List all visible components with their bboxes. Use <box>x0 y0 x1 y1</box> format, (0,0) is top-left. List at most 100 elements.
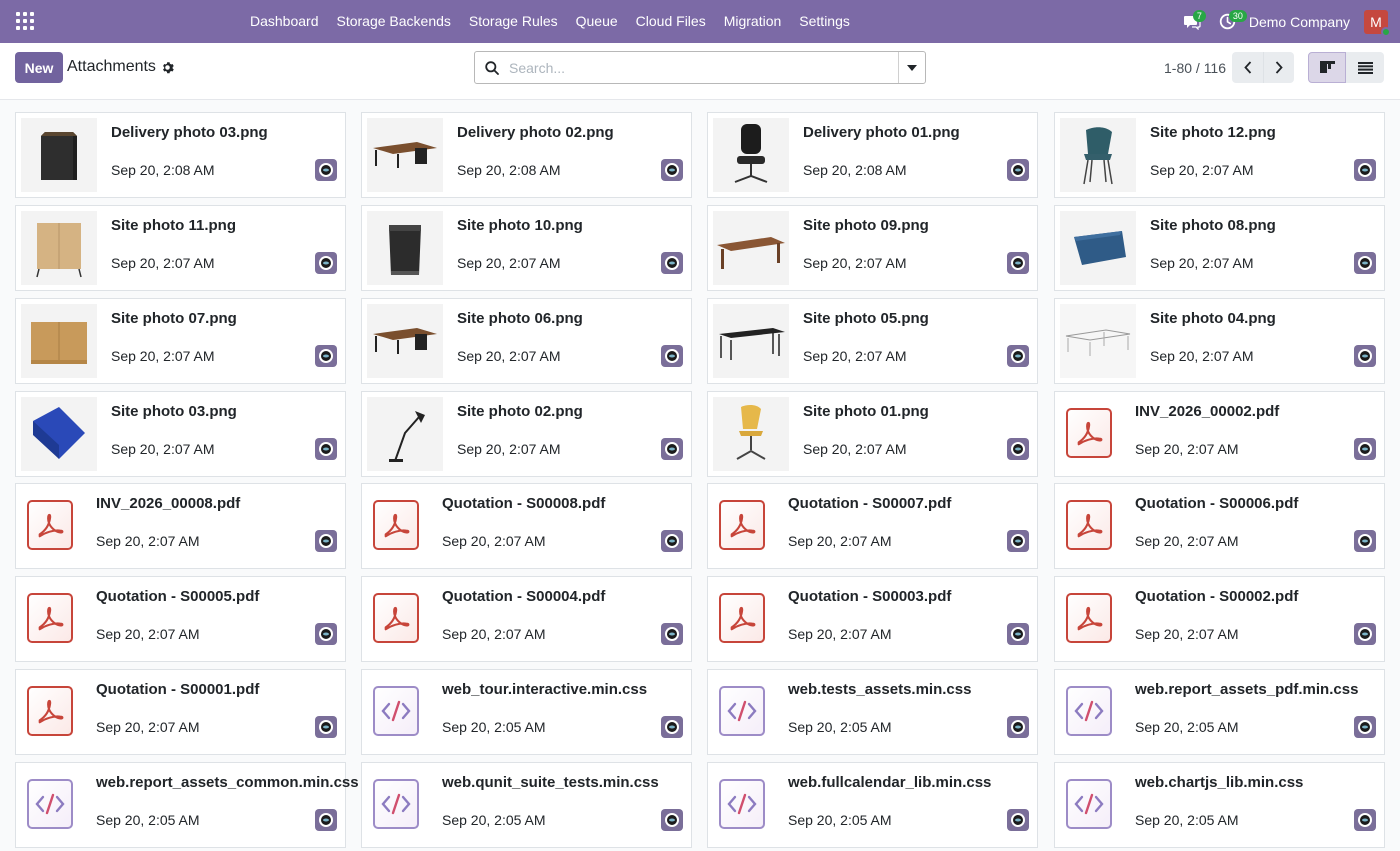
attachment-card[interactable]: web.chartjs_lib.min.css Sep 20, 2:05 AM <box>1054 762 1385 848</box>
menu-settings[interactable]: Settings <box>790 0 859 43</box>
attachment-card[interactable]: Site photo 06.png Sep 20, 2:07 AM <box>361 298 692 384</box>
storage-backend-badge[interactable] <box>1007 252 1029 274</box>
attachment-card[interactable]: Quotation - S00001.pdf Sep 20, 2:07 AM <box>15 669 346 755</box>
storage-backend-badge[interactable] <box>315 716 337 738</box>
cloud-storage-icon <box>1358 627 1372 641</box>
pdf-icon <box>38 606 64 631</box>
search-options-toggle[interactable] <box>898 52 925 83</box>
attachment-name: Site photo 01.png <box>803 403 929 420</box>
storage-backend-badge[interactable] <box>661 623 683 645</box>
attachment-card[interactable]: INV_2026_00008.pdf Sep 20, 2:07 AM <box>15 483 346 569</box>
storage-backend-badge[interactable] <box>1007 530 1029 552</box>
attachment-card[interactable]: Site photo 02.png Sep 20, 2:07 AM <box>361 391 692 477</box>
attachment-card[interactable]: Site photo 04.png Sep 20, 2:07 AM <box>1054 298 1385 384</box>
attachment-card[interactable]: Site photo 08.png Sep 20, 2:07 AM <box>1054 205 1385 291</box>
storage-backend-badge[interactable] <box>661 345 683 367</box>
attachment-card[interactable]: Delivery photo 02.png Sep 20, 2:08 AM <box>361 112 692 198</box>
storage-backend-badge[interactable] <box>315 345 337 367</box>
attachment-card[interactable]: Quotation - S00002.pdf Sep 20, 2:07 AM <box>1054 576 1385 662</box>
gear-icon[interactable] <box>161 61 174 74</box>
pager-previous-button[interactable] <box>1232 52 1263 83</box>
attachment-card[interactable]: Quotation - S00005.pdf Sep 20, 2:07 AM <box>15 576 346 662</box>
menu-migration[interactable]: Migration <box>715 0 791 43</box>
attachment-card[interactable]: INV_2026_00002.pdf Sep 20, 2:07 AM <box>1054 391 1385 477</box>
cloud-storage-icon <box>1011 813 1025 827</box>
activities-button[interactable]: 30 <box>1213 0 1247 43</box>
attachment-card[interactable]: Delivery photo 03.png Sep 20, 2:08 AM <box>15 112 346 198</box>
attachment-card[interactable]: Site photo 12.png Sep 20, 2:07 AM <box>1054 112 1385 198</box>
storage-backend-badge[interactable] <box>661 716 683 738</box>
storage-backend-badge[interactable] <box>1354 623 1376 645</box>
storage-backend-badge[interactable] <box>315 252 337 274</box>
storage-backend-badge[interactable] <box>1354 159 1376 181</box>
attachment-card[interactable]: web.tests_assets.min.css Sep 20, 2:05 AM <box>707 669 1038 755</box>
storage-backend-badge[interactable] <box>1007 809 1029 831</box>
storage-backend-badge[interactable] <box>315 159 337 181</box>
storage-backend-badge[interactable] <box>661 530 683 552</box>
attachment-card[interactable]: web.report_assets_pdf.min.css Sep 20, 2:0… <box>1054 669 1385 755</box>
storage-backend-badge[interactable] <box>315 530 337 552</box>
list-view-button[interactable] <box>1346 52 1384 83</box>
storage-backend-badge[interactable] <box>315 623 337 645</box>
attachment-thumbnail <box>367 118 443 192</box>
pager-value[interactable]: 1-80 / 116 <box>1164 60 1226 76</box>
storage-backend-badge[interactable] <box>1354 530 1376 552</box>
storage-backend-badge[interactable] <box>315 809 337 831</box>
attachment-card[interactable]: Site photo 07.png Sep 20, 2:07 AM <box>15 298 346 384</box>
pdf-file-icon <box>373 500 419 550</box>
attachment-thumbnail <box>713 118 789 192</box>
menu-storage-backends[interactable]: Storage Backends <box>328 0 460 43</box>
attachment-date: Sep 20, 2:05 AM <box>788 719 892 735</box>
attachment-name: INV_2026_00002.pdf <box>1135 403 1280 420</box>
storage-backend-badge[interactable] <box>1007 623 1029 645</box>
storage-backend-badge[interactable] <box>1354 345 1376 367</box>
company-switcher[interactable]: Demo Company <box>1249 14 1350 30</box>
control-panel: New Attachments 1-80 / 116 <box>0 43 1400 100</box>
user-avatar[interactable]: M <box>1364 9 1391 37</box>
kanban-icon <box>1319 60 1335 73</box>
attachment-card[interactable]: Quotation - S00004.pdf Sep 20, 2:07 AM <box>361 576 692 662</box>
menu-queue[interactable]: Queue <box>567 0 627 43</box>
attachment-name: Site photo 02.png <box>457 403 583 420</box>
attachment-card[interactable]: web.report_assets_common.min.css Sep 20, … <box>15 762 359 848</box>
attachment-card[interactable]: Quotation - S00007.pdf Sep 20, 2:07 AM <box>707 483 1038 569</box>
apps-menu-icon[interactable] <box>16 12 34 30</box>
storage-backend-badge[interactable] <box>661 252 683 274</box>
storage-backend-badge[interactable] <box>1007 345 1029 367</box>
menu-cloud-files[interactable]: Cloud Files <box>627 0 715 43</box>
storage-backend-badge[interactable] <box>1007 438 1029 460</box>
storage-backend-badge[interactable] <box>1007 159 1029 181</box>
storage-backend-badge[interactable] <box>1007 716 1029 738</box>
attachment-card[interactable]: Site photo 05.png Sep 20, 2:07 AM <box>707 298 1038 384</box>
attachment-card[interactable]: web.fullcalendar_lib.min.css Sep 20, 2:05… <box>707 762 1038 848</box>
attachment-card[interactable]: web.qunit_suite_tests.min.css Sep 20, 2:0… <box>361 762 692 848</box>
attachment-card[interactable]: Site photo 09.png Sep 20, 2:07 AM <box>707 205 1038 291</box>
attachment-card[interactable]: Quotation - S00003.pdf Sep 20, 2:07 AM <box>707 576 1038 662</box>
attachment-date: Sep 20, 2:05 AM <box>442 719 546 735</box>
messages-button[interactable]: 7 <box>1177 0 1207 43</box>
storage-backend-badge[interactable] <box>1354 438 1376 460</box>
storage-backend-badge[interactable] <box>1354 716 1376 738</box>
attachment-card[interactable]: Site photo 03.png Sep 20, 2:07 AM <box>15 391 346 477</box>
kanban-view-button[interactable] <box>1308 52 1346 83</box>
storage-backend-badge[interactable] <box>1354 252 1376 274</box>
menu-storage-rules[interactable]: Storage Rules <box>460 0 567 43</box>
pager-next-button[interactable] <box>1263 52 1294 83</box>
attachment-date: Sep 20, 2:07 AM <box>1150 348 1254 364</box>
storage-backend-badge[interactable] <box>661 159 683 181</box>
attachment-card[interactable]: Site photo 10.png Sep 20, 2:07 AM <box>361 205 692 291</box>
menu-dashboard[interactable]: Dashboard <box>241 0 328 43</box>
attachment-card[interactable]: Delivery photo 01.png Sep 20, 2:08 AM <box>707 112 1038 198</box>
attachment-card[interactable]: Site photo 11.png Sep 20, 2:07 AM <box>15 205 346 291</box>
attachment-card[interactable]: web_tour.interactive.min.css Sep 20, 2:05… <box>361 669 692 755</box>
new-button[interactable]: New <box>15 52 63 83</box>
attachment-thumbnail <box>1060 118 1136 192</box>
storage-backend-badge[interactable] <box>661 809 683 831</box>
attachment-card[interactable]: Quotation - S00006.pdf Sep 20, 2:07 AM <box>1054 483 1385 569</box>
attachment-card[interactable]: Quotation - S00008.pdf Sep 20, 2:07 AM <box>361 483 692 569</box>
storage-backend-badge[interactable] <box>315 438 337 460</box>
attachment-card[interactable]: Site photo 01.png Sep 20, 2:07 AM <box>707 391 1038 477</box>
storage-backend-badge[interactable] <box>661 438 683 460</box>
storage-backend-badge[interactable] <box>1354 809 1376 831</box>
search-input[interactable] <box>509 53 898 82</box>
